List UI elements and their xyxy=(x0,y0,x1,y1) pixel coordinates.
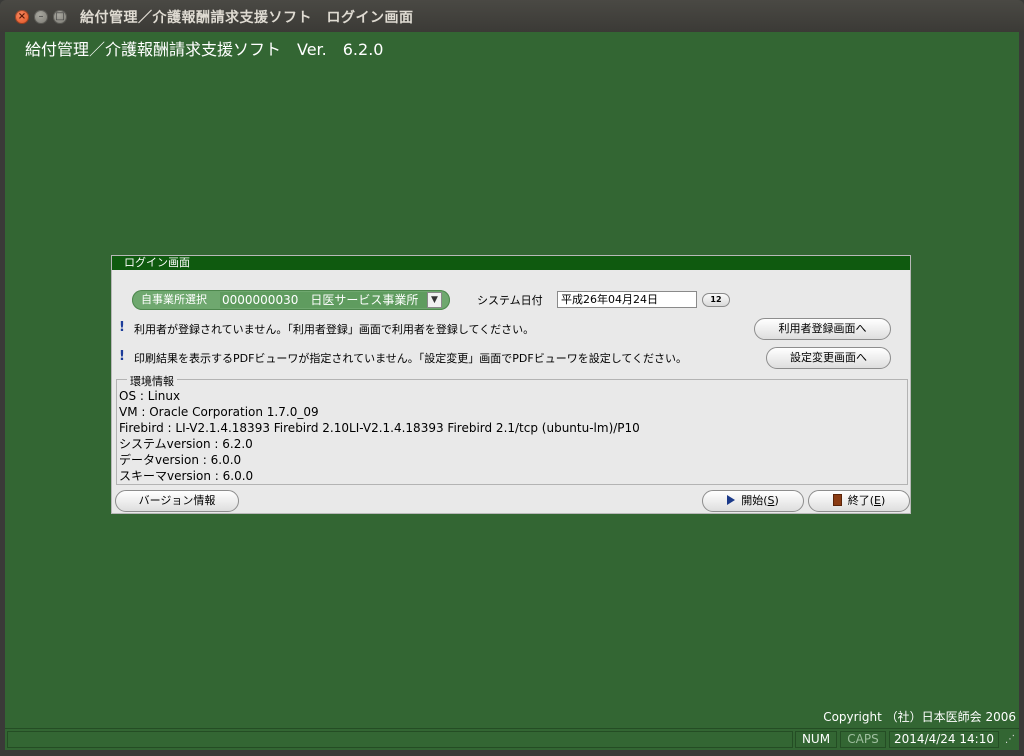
num-lock-indicator: NUM xyxy=(795,731,837,748)
env-schema-version: スキーマversion : 6.0.0 xyxy=(119,469,254,483)
login-panel: ログイン画面 自事業所選択 0000000030 日医サービス事業所 ▼ システ… xyxy=(111,255,911,514)
window-bottom-border xyxy=(0,750,1024,756)
settings-change-button[interactable]: 設定変更画面へ xyxy=(766,347,891,369)
play-icon xyxy=(727,495,736,505)
status-bar: NUM CAPS 2014/4/24 14:10 ⋰ xyxy=(5,728,1019,751)
office-select-label: 自事業所選択 xyxy=(141,293,207,306)
env-data-version: データversion : 6.0.0 xyxy=(119,453,242,467)
status-datetime: 2014/4/24 14:10 xyxy=(889,731,999,748)
version-info-button[interactable]: バージョン情報 xyxy=(115,490,239,512)
info-icon: ! xyxy=(119,349,125,364)
env-os: OS : Linux xyxy=(119,389,181,403)
env-system-version: システムversion : 6.2.0 xyxy=(119,437,253,451)
env-firebird: Firebird : LI-V2.1.4.18393 Firebird 2.10… xyxy=(119,421,640,435)
office-select[interactable]: 0000000030 日医サービス事業所 ▼ xyxy=(220,292,442,308)
resize-grip-icon[interactable]: ⋰ xyxy=(1005,735,1015,745)
environment-info-group: 環境情報 OS : Linux VM : Oracle Corporation … xyxy=(116,373,908,485)
caps-lock-indicator: CAPS xyxy=(840,731,886,748)
env-vm: VM : Oracle Corporation 1.7.0_09 xyxy=(119,405,319,419)
office-selector: 自事業所選択 0000000030 日医サービス事業所 ▼ xyxy=(132,290,450,310)
environment-info-legend: 環境情報 xyxy=(127,373,177,389)
minimize-window-icon[interactable]: – xyxy=(34,10,48,24)
system-date-input[interactable]: 平成26年04月24日 xyxy=(557,291,697,308)
window-titlebar[interactable]: × – □ 給付管理／介護報酬請求支援ソフト ログイン画面 xyxy=(0,0,1024,32)
maximize-window-icon[interactable]: □ xyxy=(53,10,67,24)
start-button[interactable]: 開始(S) xyxy=(702,490,804,512)
app-heading: 給付管理／介護報酬請求支援ソフト Ver. 6.2.0 xyxy=(25,40,384,59)
calendar-button[interactable]: 12 xyxy=(702,293,730,307)
user-registration-button[interactable]: 利用者登録画面へ xyxy=(754,318,891,340)
door-icon xyxy=(832,494,842,506)
status-message-area xyxy=(7,731,793,748)
user-registration-message: 利用者が登録されていません。「利用者登録」画面で利用者を登録してください。 xyxy=(134,323,535,336)
window-title: 給付管理／介護報酬請求支援ソフト ログイン画面 xyxy=(80,10,414,26)
pdf-viewer-message: 印刷結果を表示するPDFビューワが指定されていません。「設定変更」画面でPDFビ… xyxy=(134,352,688,365)
login-panel-title: ログイン画面 xyxy=(112,256,910,270)
office-select-value: 0000000030 日医サービス事業所 xyxy=(222,293,419,307)
info-icon: ! xyxy=(119,320,125,335)
copyright-text: Copyright （社）日本医師会 2006 xyxy=(823,710,1016,724)
close-window-icon[interactable]: × xyxy=(15,10,29,24)
main-window-body: 給付管理／介護報酬請求支援ソフト Ver. 6.2.0 ログイン画面 自事業所選… xyxy=(5,32,1019,728)
chevron-down-icon[interactable]: ▼ xyxy=(427,292,442,308)
exit-button[interactable]: 終了(E) xyxy=(808,490,910,512)
system-date-label: システム日付 xyxy=(477,294,543,307)
